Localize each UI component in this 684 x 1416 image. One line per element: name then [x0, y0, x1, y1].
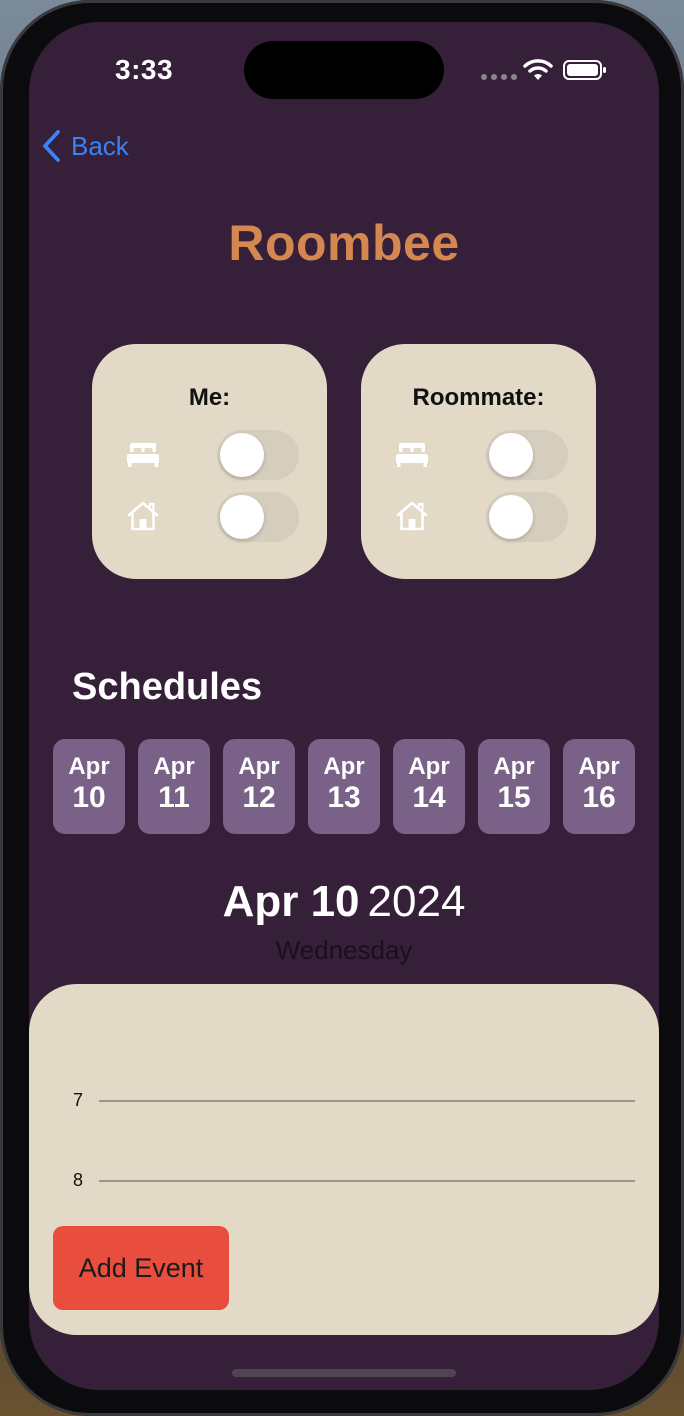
date-chip-month: Apr: [408, 753, 450, 780]
roommate-home-row: [394, 490, 569, 542]
my-status-card: Me:: [92, 344, 327, 579]
schedules-heading: Schedules: [72, 666, 263, 708]
cellular-signal-icon: [481, 74, 517, 80]
date-chip-month: Apr: [238, 753, 280, 780]
app-title: Roombee: [228, 215, 460, 271]
date-chip-month: Apr: [323, 753, 365, 780]
date-chip-apr-16[interactable]: Apr 16: [563, 739, 635, 834]
my-status-title: Me:: [188, 384, 231, 411]
bed-icon: [396, 443, 428, 467]
selected-year: 2024: [367, 877, 466, 926]
date-chip-month: Apr: [493, 753, 535, 780]
my-sleep-toggle[interactable]: [217, 430, 299, 480]
date-chip-day: 14: [412, 781, 446, 814]
timeline-hour-row: 7: [73, 1088, 635, 1112]
date-chip-apr-12[interactable]: Apr 12: [223, 739, 295, 834]
my-home-toggle[interactable]: [217, 492, 299, 542]
date-chip-apr-10[interactable]: Apr 10: [53, 739, 125, 834]
hour-divider: [99, 1100, 635, 1102]
app-screen: 3:33 Back Roombee Me: Roommate: Schedule…: [29, 22, 659, 1390]
timeline-hour-row: 8: [73, 1168, 635, 1192]
status-time: 3:33: [115, 54, 174, 85]
date-chip-month: Apr: [68, 753, 110, 780]
chevron-left-icon: [43, 130, 60, 162]
date-chip-month: Apr: [578, 753, 620, 780]
toggle-knob: [489, 495, 533, 539]
roommate-home-toggle[interactable]: [486, 492, 568, 542]
hour-label: 7: [73, 1090, 84, 1110]
date-chip-day: 11: [158, 781, 190, 814]
selected-weekday: Wednesday: [275, 935, 413, 965]
toggle-knob: [220, 433, 264, 477]
date-chip-apr-13[interactable]: Apr 13: [308, 739, 380, 834]
home-indicator[interactable]: [232, 1369, 456, 1377]
bed-icon: [127, 443, 159, 467]
date-chip-day: 16: [582, 781, 616, 814]
roommate-status-title: Roommate:: [412, 384, 545, 411]
wifi-icon: [523, 59, 553, 80]
date-chip-apr-14[interactable]: Apr 14: [393, 739, 465, 834]
date-chip-day: 10: [72, 781, 106, 814]
add-event-button[interactable]: Add Event: [53, 1226, 229, 1310]
roommate-sleep-row: [394, 428, 569, 480]
my-sleep-row: [125, 428, 300, 480]
phone-frame: 3:33 Back Roombee Me: Roommate: Schedule…: [0, 0, 684, 1416]
date-chip-month: Apr: [153, 753, 195, 780]
hour-label: 8: [73, 1170, 84, 1190]
back-button[interactable]: Back: [41, 126, 129, 166]
back-label: Back: [71, 130, 129, 161]
selected-month-day: Apr 10: [222, 877, 360, 926]
date-chip-day: 12: [242, 781, 276, 814]
date-chip-apr-15[interactable]: Apr 15: [478, 739, 550, 834]
roommate-status-card: Roommate:: [361, 344, 596, 579]
toggle-knob: [489, 433, 533, 477]
my-home-row: [125, 490, 300, 542]
selected-date-heading: Apr 10 2024: [29, 877, 659, 927]
house-icon: [127, 501, 159, 531]
house-icon: [396, 501, 428, 531]
hour-divider: [99, 1180, 635, 1182]
date-chip-day: 13: [327, 781, 361, 814]
roommate-sleep-toggle[interactable]: [486, 430, 568, 480]
dynamic-island: [244, 41, 444, 99]
date-chip-apr-11[interactable]: Apr 11: [138, 739, 210, 834]
battery-icon: [563, 60, 606, 80]
day-timeline-panel[interactable]: 7 8 Add Event: [29, 984, 659, 1335]
date-chip-day: 15: [497, 781, 531, 814]
date-strip: Apr 10 Apr 11 Apr 12 Apr 13 Apr 14 Apr 1…: [53, 739, 637, 834]
toggle-knob: [220, 495, 264, 539]
